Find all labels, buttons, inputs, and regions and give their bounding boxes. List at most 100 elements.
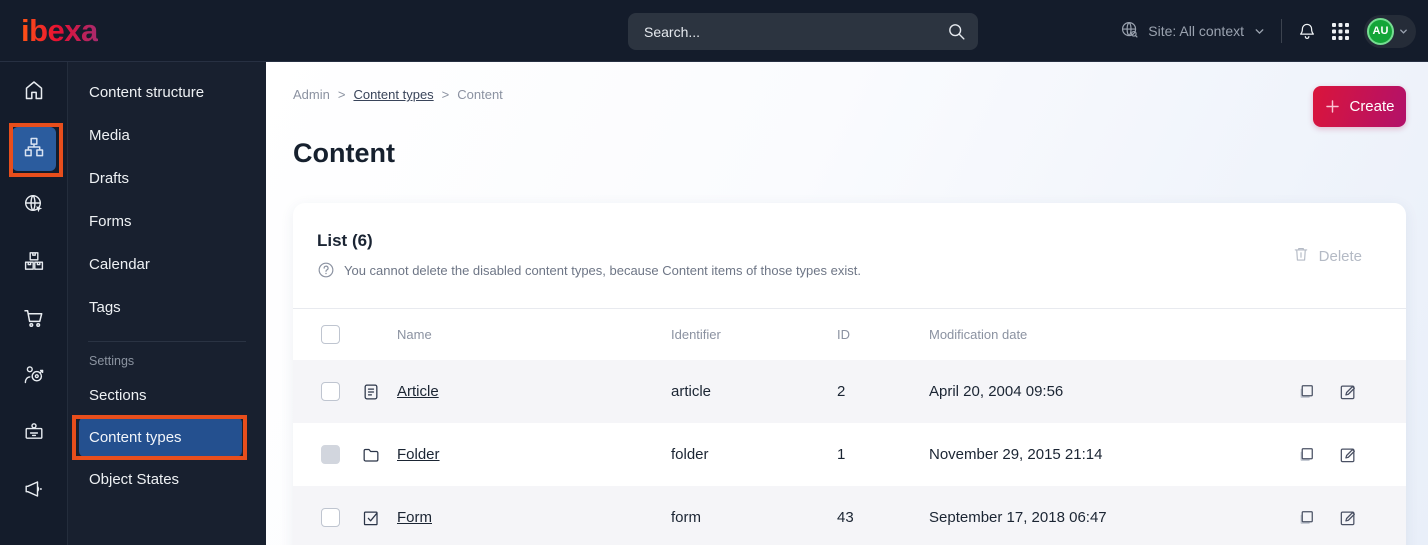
global-search: [628, 13, 978, 50]
sidebar-item-media[interactable]: Media: [68, 114, 266, 157]
sidebar-item-sections[interactable]: Sections: [68, 374, 266, 417]
question-circle-icon: [317, 261, 335, 279]
cell-identifier: folder: [671, 446, 709, 463]
page-title: Content: [293, 138, 395, 168]
site-context-label: Site: All context: [1148, 23, 1244, 39]
edit-icon[interactable]: [1338, 508, 1358, 528]
delete-button[interactable]: Delete: [1292, 245, 1362, 267]
user-menu[interactable]: AU: [1364, 14, 1416, 48]
form-icon: [361, 508, 397, 528]
icon-rail: [0, 62, 67, 545]
create-button[interactable]: Create: [1313, 86, 1406, 127]
breadcrumb-separator: >: [337, 87, 346, 102]
person-target-icon: [22, 363, 46, 392]
search-icon[interactable]: [947, 22, 966, 41]
cell-id: 1: [837, 446, 846, 463]
folder-icon: [361, 445, 397, 465]
table-row: Form form 43 September 17, 2018 06:47: [293, 486, 1406, 545]
rail-item-personalization[interactable]: [12, 355, 56, 399]
topbar: ibexa Site: All context: [0, 0, 1428, 62]
copy-icon[interactable]: [1296, 445, 1316, 465]
cell-identifier: form: [671, 509, 701, 526]
rail-item-admin[interactable]: [12, 412, 56, 456]
boxes-icon: [22, 249, 46, 278]
rail-item-site[interactable]: [12, 184, 56, 228]
search-input[interactable]: [644, 23, 947, 40]
sidebar-settings-label: Settings: [89, 354, 135, 368]
cell-modification-date: April 20, 2004 09:56: [929, 383, 1064, 400]
cell-id: 2: [837, 383, 846, 400]
column-header-identifier: Identifier: [671, 327, 721, 342]
rail-item-marketing[interactable]: [12, 469, 56, 513]
topbar-right: Site: All context AU: [1120, 0, 1416, 62]
edit-icon[interactable]: [1338, 445, 1358, 465]
rail-item-product-catalog[interactable]: [12, 241, 56, 285]
sidebar-item-content-types[interactable]: Content types: [79, 417, 242, 457]
table-row: Folder folder 1 November 29, 2015 21:14: [293, 423, 1406, 486]
megaphone-icon: [22, 477, 46, 506]
breadcrumb-admin: Admin: [293, 87, 330, 102]
cell-identifier: article: [671, 383, 712, 400]
select-all-checkbox[interactable]: [321, 325, 340, 344]
row-checkbox[interactable]: [321, 382, 340, 401]
ibexa-logo[interactable]: ibexa: [21, 13, 98, 49]
site-context-selector[interactable]: Site: All context: [1120, 20, 1266, 42]
edit-icon[interactable]: [1338, 382, 1358, 402]
chevron-down-icon: [1398, 26, 1409, 37]
row-checkbox-disabled: [321, 445, 340, 464]
content-type-link[interactable]: Form: [397, 509, 432, 526]
column-header-name: Name: [397, 327, 432, 342]
row-actions: [1238, 445, 1358, 465]
table-header: Name Identifier ID Modification date: [293, 309, 1406, 360]
cell-id: 43: [837, 509, 854, 526]
globe-icon: [1120, 20, 1139, 42]
copy-icon[interactable]: [1296, 382, 1316, 402]
table-row: Article article 2 April 20, 2004 09:56: [293, 360, 1406, 423]
id-badge-icon: [22, 420, 46, 449]
ibexa-admin-screen: ibexa Site: All context: [0, 0, 1428, 545]
site-globe-cursor-icon: [22, 192, 46, 221]
sidebar-item-content-structure[interactable]: Content structure: [68, 71, 266, 114]
content-types-list-card: List (6) You cannot delete the disabled …: [293, 203, 1406, 545]
topbar-divider: [1281, 19, 1282, 43]
sidebar-menu: Content structure Media Drafts Forms Cal…: [67, 62, 266, 545]
rail-item-content[interactable]: [11, 127, 56, 171]
home-icon: [22, 78, 46, 107]
shopping-cart-icon: [22, 306, 46, 335]
list-title: List (6): [317, 231, 373, 250]
article-icon: [361, 382, 397, 402]
avatar: AU: [1367, 17, 1394, 45]
row-actions: [1238, 508, 1358, 528]
sidebar-item-calendar[interactable]: Calendar: [68, 243, 266, 286]
column-header-id: ID: [837, 327, 850, 342]
chevron-down-icon: [1253, 25, 1266, 38]
copy-icon[interactable]: [1296, 508, 1316, 528]
breadcrumb-current: Content: [457, 87, 503, 102]
rail-item-dashboard[interactable]: [12, 70, 56, 114]
row-actions: [1238, 382, 1358, 402]
plus-icon: [1326, 100, 1340, 113]
content-tree-icon: [22, 135, 46, 164]
trash-icon: [1292, 245, 1310, 267]
breadcrumb-separator: >: [441, 87, 450, 102]
notifications-bell-icon[interactable]: [1297, 21, 1317, 41]
list-info-text: You cannot delete the disabled content t…: [344, 262, 861, 278]
sidebar-item-drafts[interactable]: Drafts: [68, 157, 266, 200]
breadcrumb-content-types-link[interactable]: Content types: [353, 87, 433, 102]
content-type-link[interactable]: Article: [397, 383, 439, 400]
list-info: You cannot delete the disabled content t…: [293, 251, 1406, 279]
delete-button-label: Delete: [1318, 247, 1362, 265]
create-button-label: Create: [1349, 98, 1395, 115]
sidebar-item-forms[interactable]: Forms: [68, 200, 266, 243]
cell-modification-date: November 29, 2015 21:14: [929, 446, 1103, 463]
row-checkbox[interactable]: [321, 508, 340, 527]
column-header-modification-date: Modification date: [929, 327, 1028, 342]
content-type-link[interactable]: Folder: [397, 446, 440, 463]
rail-item-commerce[interactable]: [12, 298, 56, 342]
sidebar-item-object-states[interactable]: Object States: [68, 458, 266, 501]
app-grid-icon[interactable]: [1332, 22, 1349, 40]
cell-modification-date: September 17, 2018 06:47: [929, 509, 1107, 526]
sidebar-item-tags[interactable]: Tags: [68, 286, 266, 329]
breadcrumb: Admin > Content types > Content: [293, 87, 503, 102]
main-area: Admin > Content types > Content Create C…: [266, 62, 1428, 545]
